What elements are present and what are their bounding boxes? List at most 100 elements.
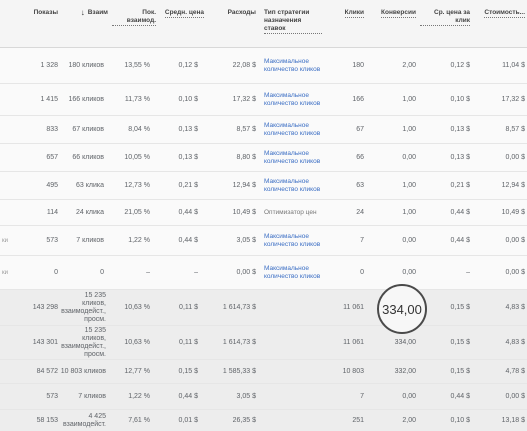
strategy-link[interactable]: Максимальное количество кликов — [264, 233, 322, 248]
cell-cost: 3,05 $ — [236, 392, 256, 400]
col-impressions[interactable]: Показы — [0, 0, 60, 47]
cell-cost-per-conv: 4,83 $ — [505, 303, 525, 311]
cell-cost-per-conv: 0,00 $ — [505, 392, 525, 400]
cell-cost: 3,05 $ — [236, 236, 256, 244]
cell-conversions: 1,00 — [402, 181, 416, 189]
cell-cost: 17,32 $ — [232, 95, 256, 103]
cell-clicks: 180 — [352, 61, 364, 69]
cell-interaction-rate: 13,55 % — [124, 61, 150, 69]
campaign-table: Показы ↓ Взаим Пок. взаимод. Средн. цена … — [0, 0, 527, 431]
highlighted-conversions-total: 334,00 — [377, 284, 427, 334]
cell-interaction-rate: 10,63 % — [124, 338, 150, 346]
col-avg-cpc[interactable]: Ср. цена за клик — [418, 0, 472, 47]
table-row[interactable]: ки 573 7 кликов 1,22 % 0,44 $ 3,05 $ Мак… — [0, 226, 527, 256]
table-row[interactable]: ки 0 0 – – 0,00 $ Максимальное количеств… — [0, 256, 527, 290]
cell-interactions: 4 425 взаимодейст. — [63, 412, 106, 428]
cell-impressions: 0 — [54, 268, 58, 276]
cell-avg-cost: 0,21 $ — [178, 181, 198, 189]
cell-cost: 8,57 $ — [236, 125, 256, 133]
strategy-link[interactable]: Максимальное количество кликов — [264, 58, 322, 73]
table-row[interactable]: 1 415 166 кликов 11,73 % 0,10 $ 17,32 $ … — [0, 84, 527, 116]
cell-cost: 1 585,33 $ — [222, 367, 256, 375]
cell-interactions: 66 кликов — [72, 153, 104, 161]
col-conversions[interactable]: Конверсии — [366, 0, 418, 47]
cell-avg-cost: 0,12 $ — [178, 61, 198, 69]
table-row[interactable]: 114 24 клика 21,05 % 0,44 $ 10,49 $ Опти… — [0, 200, 527, 226]
cell-clicks: 11 061 — [343, 338, 364, 346]
col-clicks[interactable]: Клики — [324, 0, 366, 47]
cell-avg-cpc: 0,44 $ — [450, 392, 470, 400]
strategy-link[interactable]: Максимальное количество кликов — [264, 122, 322, 137]
cell-conversions: 2,00 — [402, 61, 416, 69]
cell-avg-cpc: 0,44 $ — [450, 208, 470, 216]
cell-clicks: 24 — [356, 208, 364, 216]
cell-impressions: 1 415 — [40, 95, 58, 103]
totals-row: 84 572 10 803 кликов 12,77 % 0,15 $ 1 58… — [0, 360, 527, 384]
cell-avg-cpc: 0,15 $ — [450, 367, 470, 375]
cell-interactions: 7 кликов — [76, 236, 104, 244]
cell-impressions: 1 328 — [40, 61, 58, 69]
cell-cost: 8,80 $ — [236, 153, 256, 161]
cell-impressions: 143 301 — [32, 338, 58, 346]
cell-avg-cost: 0,11 $ — [179, 338, 198, 346]
cell-avg-cost: 0,11 $ — [179, 303, 198, 311]
cell-cost: 1 614,73 $ — [222, 338, 256, 346]
cell-impressions: 84 572 — [36, 367, 58, 375]
cell-cost-per-conv: 4,83 $ — [505, 338, 525, 346]
cell-interactions: 0 — [100, 268, 104, 276]
cell-cost-per-conv: 0,00 $ — [505, 236, 525, 244]
cell-conversions: 0,00 — [402, 236, 416, 244]
table-row[interactable]: 495 63 клика 12,73 % 0,21 $ 12,94 $ Макс… — [0, 172, 527, 200]
cell-interactions: 24 клика — [76, 208, 104, 216]
col-interaction-rate[interactable]: Пок. взаимод. — [110, 0, 158, 47]
cell-impressions: 833 — [46, 125, 58, 133]
sort-down-icon: ↓ — [80, 8, 85, 17]
strategy-link[interactable]: Максимальное количество кликов — [264, 150, 322, 165]
table-header: Показы ↓ Взаим Пок. взаимод. Средн. цена … — [0, 0, 527, 48]
cell-impressions: 657 — [46, 153, 58, 161]
strategy-link[interactable]: Максимальное количество кликов — [264, 265, 322, 280]
totals-row: 573 7 кликов 1,22 % 0,44 $ 3,05 $ 7 0,00… — [0, 384, 527, 410]
cell-cost: 22,08 $ — [232, 61, 256, 69]
cell-conversions: 0,00 — [402, 392, 416, 400]
table-row[interactable]: 833 67 кликов 8,04 % 0,13 $ 8,57 $ Макси… — [0, 116, 527, 144]
cell-conversions: 1,00 — [402, 125, 416, 133]
clipped-name-fragment: ки — [2, 269, 8, 276]
cell-conversions: 1,00 — [402, 95, 416, 103]
totals-row: 143 301 15 235 кликов, взаимодейст., про… — [0, 326, 527, 360]
col-avg-cost[interactable]: Средн. цена — [158, 0, 206, 47]
cell-interactions: 7 кликов — [78, 392, 106, 400]
cell-cost-per-conv: 8,57 $ — [505, 125, 525, 133]
cell-interaction-rate: 7,61 % — [128, 416, 150, 424]
cell-interactions: 10 803 кликов — [60, 367, 106, 375]
cell-clicks: 0 — [360, 268, 364, 276]
strategy-link[interactable]: Максимальное количество кликов — [264, 92, 322, 107]
col-cost-per-conv[interactable]: Стоимость... — [472, 0, 527, 47]
cell-clicks: 7 — [360, 236, 364, 244]
col-strategy-type[interactable]: Тип стратегии назначения ставок — [262, 0, 324, 47]
cell-avg-cost: 0,10 $ — [178, 95, 198, 103]
cell-avg-cost: 0,13 $ — [178, 125, 198, 133]
cell-avg-cost: 0,44 $ — [178, 236, 198, 244]
cell-cost-per-conv: 4,78 $ — [505, 367, 525, 375]
cell-interaction-rate: 11,73 % — [124, 95, 150, 103]
cell-interaction-rate: 12,73 % — [124, 181, 150, 189]
cell-clicks: 7 — [360, 392, 364, 400]
table-row[interactable]: 1 328 180 кликов 13,55 % 0,12 $ 22,08 $ … — [0, 48, 527, 84]
col-interactions[interactable]: ↓ Взаим — [60, 0, 110, 47]
table-row[interactable]: 657 66 кликов 10,05 % 0,13 $ 8,80 $ Макс… — [0, 144, 527, 172]
cell-avg-cpc: 0,44 $ — [450, 236, 470, 244]
cell-avg-cpc: 0,21 $ — [450, 181, 470, 189]
cell-clicks: 66 — [356, 153, 364, 161]
cell-cost-per-conv: 13,18 $ — [501, 416, 525, 424]
cell-conversions: 1,00 — [402, 208, 416, 216]
cell-clicks: 63 — [356, 181, 364, 189]
cell-conversions: 2,00 — [402, 416, 416, 424]
cell-interaction-rate: 1,22 % — [128, 392, 150, 400]
col-cost[interactable]: Расходы — [206, 0, 258, 47]
cell-avg-cost: 0,13 $ — [178, 153, 198, 161]
cell-avg-cpc: 0,13 $ — [450, 125, 470, 133]
cell-cost: 10,49 $ — [232, 208, 256, 216]
strategy-link[interactable]: Максимальное количество кликов — [264, 178, 322, 193]
strategy-label: Оптимизатор цен — [264, 208, 317, 216]
